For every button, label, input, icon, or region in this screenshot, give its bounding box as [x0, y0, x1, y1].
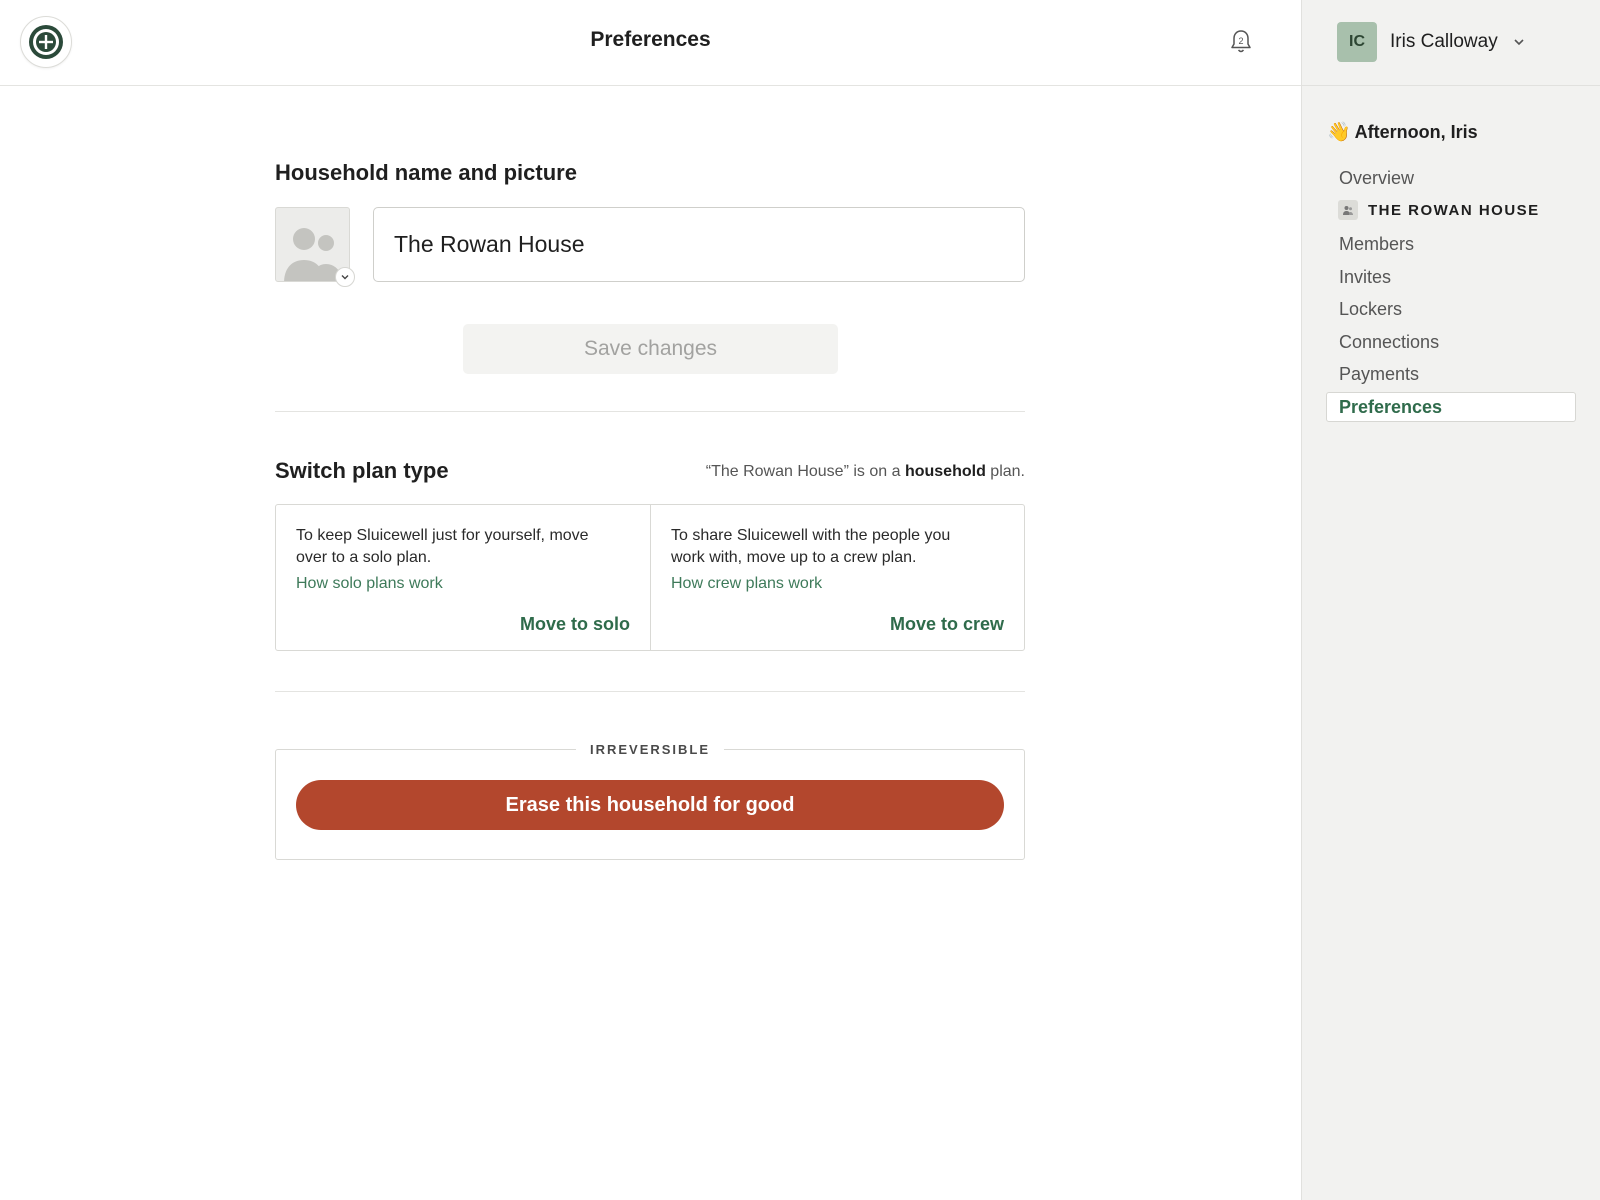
page-title: Preferences: [590, 28, 711, 51]
plan-status-prefix: “The Rowan House” is on a: [705, 463, 901, 480]
solo-plans-help-link[interactable]: How solo plans work: [296, 575, 443, 593]
household-group-title: THE ROWAN HOUSE: [1368, 201, 1540, 219]
notifications-button[interactable]: 2: [1226, 26, 1256, 58]
sidebar-item-overview[interactable]: Overview: [1326, 163, 1576, 193]
sidebar-item-members[interactable]: Members: [1326, 229, 1576, 259]
sidebar-item-label: Members: [1339, 233, 1415, 254]
household-icon: [1338, 200, 1358, 220]
sidebar-greeting: 👋 Afternoon, Iris: [1327, 120, 1478, 144]
user-name: Iris Calloway: [1390, 31, 1498, 52]
waving-hand-icon: 👋: [1327, 122, 1351, 143]
household-section-title: Household name and picture: [275, 160, 577, 185]
save-changes-button[interactable]: Save changes: [463, 324, 838, 374]
sidebar-item-label: Lockers: [1339, 298, 1403, 319]
irreversible-label: IRREVERSIBLE: [575, 742, 725, 757]
plan-status-type: household: [904, 463, 986, 480]
bell-icon: 2: [1231, 30, 1251, 53]
top-bar: Preferences 2: [0, 0, 1301, 86]
sidebar-item-label: Invites: [1339, 266, 1392, 287]
household-name-row: [275, 207, 1025, 287]
household-group-header: THE ROWAN HOUSE: [1338, 199, 1540, 221]
chevron-down-icon: [1512, 35, 1526, 49]
sidebar-item-label: Payments: [1339, 363, 1420, 384]
section-divider: [275, 411, 1025, 412]
erase-household-button[interactable]: Erase this household for good: [296, 780, 1004, 830]
sidebar-item-label: Preferences: [1339, 396, 1443, 417]
sidebar-item-label: Overview: [1339, 167, 1415, 188]
crew-plan-card: To share Sluicewell with the people you …: [650, 505, 1024, 650]
greeting-text: Afternoon, Iris: [1354, 121, 1478, 142]
solo-plan-card: To keep Sluicewell just for yourself, mo…: [276, 505, 650, 650]
sidebar-item-connections[interactable]: Connections: [1326, 327, 1576, 357]
danger-zone: IRREVERSIBLE Erase this household for go…: [275, 742, 1025, 860]
main-panel: Preferences 2 Household name and picture: [0, 0, 1301, 1200]
sidebar-item-invites[interactable]: Invites: [1326, 262, 1576, 292]
crew-plans-help-link[interactable]: How crew plans work: [671, 575, 822, 593]
plan-options: To keep Sluicewell just for yourself, mo…: [275, 504, 1025, 651]
household-name-input[interactable]: [373, 207, 1025, 282]
move-to-solo-button[interactable]: Move to solo: [520, 614, 630, 635]
plan-section-header: Switch plan type “The Rowan House” is on…: [275, 458, 1025, 490]
plan-section-title: Switch plan type: [275, 458, 449, 483]
user-menu-button[interactable]: IC Iris Calloway: [1337, 22, 1526, 62]
sidebar-item-lockers[interactable]: Lockers: [1326, 294, 1576, 324]
plan-status-text: “The Rowan House” is on a household plan…: [706, 463, 1025, 481]
sidebar-item-payments[interactable]: Payments: [1326, 359, 1576, 389]
move-to-crew-button[interactable]: Move to crew: [890, 614, 1004, 635]
sidebar-item-label: Connections: [1339, 331, 1440, 352]
plan-status-suffix: plan.: [990, 463, 1025, 480]
solo-plan-description: To keep Sluicewell just for yourself, mo…: [296, 527, 589, 566]
notification-count: 2: [1238, 36, 1243, 46]
chevron-down-icon: [341, 275, 349, 280]
picture-menu-button[interactable]: [335, 267, 355, 287]
crew-plan-description: To share Sluicewell with the people you …: [671, 527, 951, 566]
section-divider: [275, 691, 1025, 692]
avatar: IC: [1337, 22, 1377, 62]
sidebar-item-preferences[interactable]: Preferences: [1326, 392, 1576, 422]
right-sidebar: IC Iris Calloway 👋 Afternoon, Iris Overv…: [1301, 0, 1600, 1200]
user-bar: IC Iris Calloway: [1302, 0, 1600, 86]
